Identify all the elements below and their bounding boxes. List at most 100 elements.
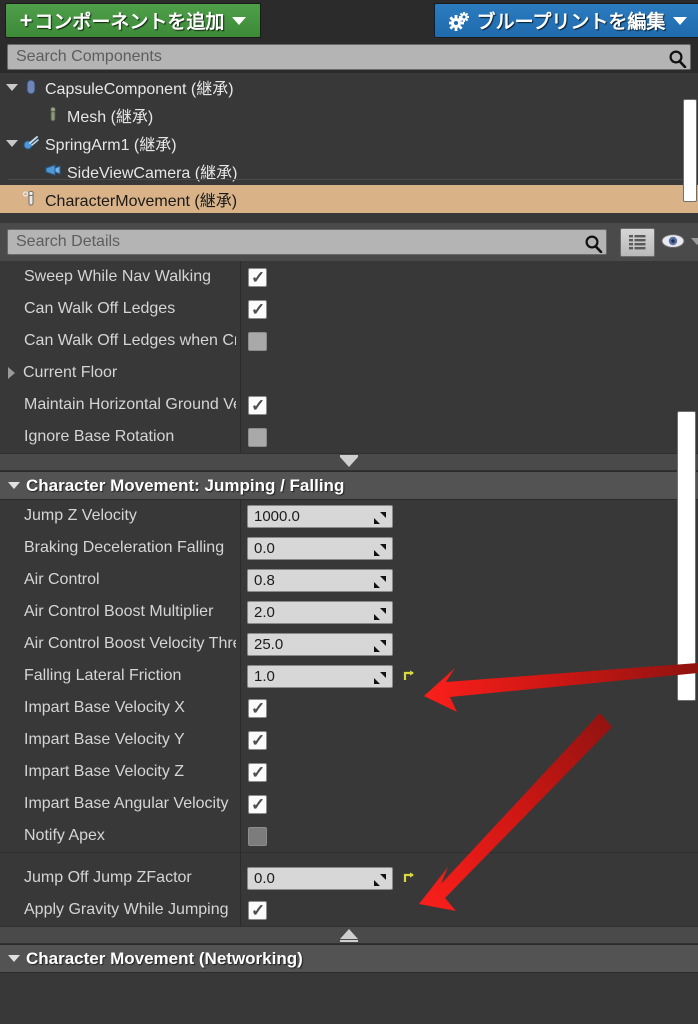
property-number-input[interactable]: 2.0	[247, 601, 393, 624]
spinner-arrows-icon[interactable]	[373, 873, 387, 891]
property-value: 2.0	[254, 604, 275, 621]
property-label-wrap: Current Floor	[8, 357, 236, 389]
tree-item-0[interactable]: CapsuleComponent (継承)	[0, 73, 698, 101]
spinner-arrows-icon[interactable]	[373, 543, 387, 561]
eye-icon	[661, 234, 685, 248]
spinner-arrows-icon[interactable]	[373, 511, 387, 529]
property-label: Falling Lateral Friction	[24, 667, 182, 684]
property-value: 0.0	[254, 540, 275, 557]
property-row: Braking Deceleration Falling 0.0	[0, 532, 698, 564]
check-icon: ✓	[251, 901, 266, 920]
column-divider[interactable]	[240, 261, 241, 453]
spinner-arrows-icon[interactable]	[373, 639, 387, 657]
property-checkbox[interactable]: ✓	[248, 396, 267, 415]
property-checkbox[interactable]	[248, 332, 267, 351]
spinner-arrows-icon[interactable]	[373, 671, 387, 689]
property-row: Impart Base Velocity Z ✓	[0, 756, 698, 788]
property-checkbox[interactable]: ✓	[248, 300, 267, 319]
property-row: Maintain Horizontal Ground Ve ✓	[0, 389, 698, 421]
property-checkbox[interactable]	[248, 428, 267, 447]
visibility-eye-button[interactable]	[660, 232, 698, 250]
gears-icon	[448, 11, 471, 31]
add-component-label: コンポーネントを追加	[34, 12, 225, 33]
property-checkbox[interactable]	[248, 827, 267, 846]
property-label: Maintain Horizontal Ground Ve	[24, 396, 236, 413]
category-label: Character Movement (Networking)	[26, 948, 303, 968]
property-number-input[interactable]: 0.0	[247, 537, 393, 560]
check-icon: ✓	[251, 731, 266, 750]
details-panel-scrollbar[interactable]	[677, 411, 696, 701]
check-icon: ✓	[251, 268, 266, 287]
property-number-input[interactable]: 1.0	[247, 665, 393, 688]
property-label: Impart Base Angular Velocity	[24, 795, 229, 812]
property-row: Impart Base Velocity X ✓	[0, 692, 698, 724]
search-icon	[668, 49, 687, 73]
capsule-icon	[26, 79, 36, 95]
grid-view-button[interactable]	[620, 228, 655, 257]
property-number-input[interactable]: 0.0	[247, 867, 393, 890]
property-row: Notify Apex	[0, 820, 698, 852]
camera-icon	[45, 164, 61, 176]
edit-blueprint-label: ブループリントを編集	[476, 12, 666, 33]
tree-item-3[interactable]: SideViewCamera (継承)	[0, 157, 698, 185]
reset-to-default-icon[interactable]	[402, 871, 417, 891]
tree-item-4[interactable]: CharacterMovement (継承)	[0, 185, 698, 213]
category-header[interactable]: Character Movement (Networking)	[0, 944, 698, 973]
search-details-placeholder: Search Details	[16, 233, 121, 250]
property-checkbox[interactable]: ✓	[248, 763, 267, 782]
property-row: Sweep While Nav Walking ✓	[0, 261, 698, 293]
spinner-arrows-icon[interactable]	[373, 607, 387, 625]
grid-icon	[629, 235, 646, 250]
property-label: Air Control Boost Multiplier	[24, 603, 214, 620]
property-label: Current Floor	[23, 364, 118, 381]
check-icon: ✓	[251, 699, 266, 718]
tree-item-label: CharacterMovement (継承)	[45, 193, 238, 210]
reset-to-default-icon[interactable]	[402, 669, 417, 689]
property-value: 1.0	[254, 668, 275, 685]
scroll-up-band[interactable]	[0, 926, 698, 944]
property-value: 0.8	[254, 572, 275, 589]
property-number-input[interactable]: 1000.0	[247, 505, 393, 528]
add-component-button[interactable]: + コンポーネントを追加	[5, 3, 261, 38]
search-components-placeholder: Search Components	[16, 48, 162, 65]
check-icon: ✓	[251, 396, 266, 415]
spinner-arrows-icon[interactable]	[373, 575, 387, 593]
tree-item-label: SpringArm1 (継承)	[45, 137, 177, 154]
property-row: Falling Lateral Friction 1.0	[0, 660, 698, 692]
search-components-input[interactable]: Search Components	[7, 44, 691, 70]
component-tree-scrollbar[interactable]	[683, 99, 697, 202]
property-label: Jump Z Velocity	[24, 507, 137, 524]
column-divider[interactable]	[240, 500, 241, 926]
property-checkbox[interactable]: ✓	[248, 795, 267, 814]
property-label: Ignore Base Rotation	[24, 428, 175, 445]
property-checkbox[interactable]: ✓	[248, 731, 267, 750]
collapse-twisty-icon	[8, 955, 20, 962]
tree-item-label: CapsuleComponent (継承)	[45, 81, 234, 98]
property-value: 0.0	[254, 870, 275, 887]
property-checkbox[interactable]: ✓	[248, 268, 267, 287]
check-icon: ✓	[251, 763, 266, 782]
expand-twisty-icon[interactable]	[6, 139, 18, 147]
property-label: Air Control	[24, 571, 100, 588]
mesh-icon	[50, 106, 56, 122]
property-number-input[interactable]: 0.8	[247, 569, 393, 592]
tree-divider	[8, 179, 684, 180]
property-row: Air Control Boost Multiplier 2.0	[0, 596, 698, 628]
tree-item-2[interactable]: SpringArm1 (継承)	[0, 129, 698, 157]
scroll-down-band[interactable]	[0, 453, 698, 471]
category-header[interactable]: Character Movement: Jumping / Falling	[0, 471, 698, 500]
property-checkbox[interactable]: ✓	[248, 699, 267, 718]
property-number-input[interactable]: 25.0	[247, 633, 393, 656]
property-value: 1000.0	[254, 508, 300, 525]
check-icon: ✓	[251, 795, 266, 814]
property-row: Current Floor	[0, 357, 698, 389]
edit-blueprint-button[interactable]: ブループリントを編集	[434, 3, 698, 38]
chevron-down-icon	[691, 237, 698, 245]
search-details-input[interactable]: Search Details	[7, 229, 607, 255]
expand-twisty-icon[interactable]	[8, 367, 15, 379]
details-toolbar: Search Details	[0, 223, 698, 261]
property-label: Braking Deceleration Falling	[24, 539, 225, 556]
expand-twisty-icon[interactable]	[6, 83, 18, 91]
tree-item-1[interactable]: Mesh (継承)	[0, 101, 698, 129]
property-checkbox[interactable]: ✓	[248, 901, 267, 920]
